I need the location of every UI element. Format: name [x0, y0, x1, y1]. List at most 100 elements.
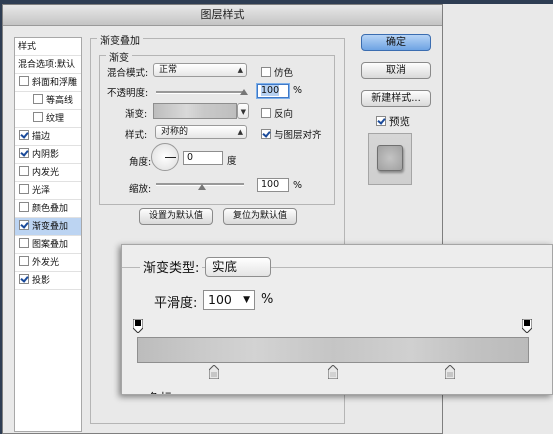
scale-value: 100 [261, 179, 280, 190]
style-list-checkbox[interactable] [19, 202, 29, 212]
color-stops-label-cut: 色标 [148, 389, 172, 394]
style-list-item[interactable]: 纹理 [15, 110, 81, 128]
style-list-item[interactable]: 颜色叠加 [15, 200, 81, 218]
blend-mode-select[interactable]: 正常 ▲ [153, 63, 247, 77]
style-list-item[interactable]: 内发光 [15, 164, 81, 182]
style-list-label: 图案叠加 [32, 240, 69, 250]
scale-unit: % [293, 180, 303, 191]
style-list-item[interactable]: 混合选项:默认 [15, 56, 81, 74]
style-list-item[interactable]: 等高线 [15, 92, 81, 110]
angle-dial-hand [165, 157, 176, 158]
opacity-label: 不透明度: [107, 88, 149, 99]
smoothness-value: 100 [208, 292, 232, 307]
color-stop-3[interactable] [445, 365, 455, 379]
reverse-label: 反向 [274, 109, 294, 120]
angle-dial[interactable] [151, 143, 179, 171]
style-list-label: 样式 [18, 42, 37, 52]
gradient-swatch[interactable] [153, 103, 237, 119]
gradient-subgroup-title: 渐变 [106, 49, 132, 64]
opacity-stop-left[interactable] [133, 319, 143, 333]
style-list-label: 纹理 [46, 114, 65, 124]
preview-option[interactable]: 预览 [372, 114, 410, 129]
style-list-label: 等高线 [46, 96, 74, 106]
style-list-item[interactable]: 投影 [15, 272, 81, 290]
style-label: 样式: [125, 130, 148, 141]
gradient-type-label: 渐变类型: [140, 257, 203, 276]
select-arrows-icon: ▲ [237, 128, 243, 136]
align-label: 与图层对齐 [274, 130, 322, 141]
scale-field[interactable]: 100 [257, 178, 289, 192]
style-list-checkbox[interactable] [19, 238, 29, 248]
style-list-label: 混合选项:默认 [18, 60, 76, 70]
angle-unit: 度 [227, 156, 237, 167]
style-list-checkbox[interactable] [19, 220, 29, 230]
chevron-down-icon: ▼ [243, 295, 250, 305]
opacity-value: 100 [261, 85, 280, 96]
style-list-checkbox[interactable] [19, 274, 29, 284]
gradient-preview-bar[interactable] [137, 337, 529, 363]
set-default-button[interactable]: 设置为默认值 [139, 208, 213, 225]
style-list-label: 内发光 [32, 168, 60, 178]
scale-label: 缩放: [129, 184, 152, 195]
style-list-checkbox[interactable] [19, 148, 29, 158]
style-list-checkbox[interactable] [19, 130, 29, 140]
style-list-checkbox[interactable] [33, 112, 43, 122]
new-style-button[interactable]: 新建样式... [361, 90, 431, 107]
style-list-item[interactable]: 斜面和浮雕 [15, 74, 81, 92]
style-list-label: 斜面和浮雕 [32, 78, 78, 88]
blend-mode-value: 正常 [159, 65, 178, 75]
preview-label: 预览 [389, 116, 410, 128]
angle-value: 0 [187, 152, 194, 163]
style-list-label: 光泽 [32, 186, 51, 196]
opacity-stop-right[interactable] [522, 319, 532, 333]
style-list-item[interactable]: 样式 [15, 38, 81, 56]
blend-mode-label: 混合模式: [107, 68, 149, 79]
opacity-field[interactable]: 100 [257, 84, 289, 98]
ok-button[interactable]: 确定 [361, 34, 431, 51]
preview-checkbox[interactable] [376, 116, 386, 126]
scale-slider-thumb[interactable] [197, 184, 206, 190]
style-list-checkbox[interactable] [19, 166, 29, 176]
dither-checkbox[interactable] [261, 67, 271, 77]
style-list-label: 外发光 [32, 258, 60, 268]
style-list-checkbox[interactable] [19, 256, 29, 266]
smoothness-label: 平滑度: [154, 296, 198, 311]
gradient-type-value: 实底 [212, 259, 238, 274]
opacity-slider-thumb[interactable] [240, 89, 248, 95]
dialog-title: 图层样式 [3, 5, 442, 26]
gradient-overlay-title: 渐变叠加 [97, 32, 143, 47]
dither-label: 仿色 [274, 68, 294, 79]
align-checkbox[interactable] [261, 129, 271, 139]
style-list-checkbox[interactable] [33, 94, 43, 104]
gradient-picker-dropdown[interactable]: ▼ [237, 103, 249, 119]
style-list-item[interactable]: 光泽 [15, 182, 81, 200]
smoothness-field[interactable]: 100 ▼ [203, 290, 255, 310]
smoothness-unit: % [261, 292, 274, 307]
gradient-editor-zoom: 渐变类型: 实底 平滑度: 100 ▼ % 色标 [121, 244, 553, 395]
opacity-unit: % [293, 85, 303, 96]
style-list-item[interactable]: 内阴影 [15, 146, 81, 164]
color-stop-1[interactable] [209, 365, 219, 379]
style-list-item[interactable]: 描边 [15, 128, 81, 146]
color-stop-2[interactable] [328, 365, 338, 379]
style-list-checkbox[interactable] [19, 76, 29, 86]
style-list-label: 渐变叠加 [32, 222, 69, 232]
style-list-label: 投影 [32, 276, 51, 286]
reverse-checkbox[interactable] [261, 108, 271, 118]
preview-square [377, 145, 403, 171]
style-list-item[interactable]: 外发光 [15, 254, 81, 272]
select-arrows-icon: ▲ [237, 66, 243, 74]
cancel-button[interactable]: 取消 [361, 62, 431, 79]
style-list-item[interactable]: 渐变叠加 [15, 218, 81, 236]
align-option[interactable]: 与图层对齐 [257, 127, 322, 141]
gradient-type-select[interactable]: 实底 [205, 257, 271, 277]
dither-option[interactable]: 仿色 [257, 65, 293, 79]
reverse-option[interactable]: 反向 [257, 106, 293, 120]
style-select[interactable]: 对称的 ▲ [155, 125, 247, 139]
style-list-checkbox[interactable] [19, 184, 29, 194]
style-list-item[interactable]: 图案叠加 [15, 236, 81, 254]
opacity-slider-track[interactable] [156, 91, 244, 94]
angle-field[interactable]: 0 [183, 151, 223, 165]
reset-default-button[interactable]: 复位为默认值 [223, 208, 297, 225]
style-value: 对称的 [161, 127, 189, 137]
